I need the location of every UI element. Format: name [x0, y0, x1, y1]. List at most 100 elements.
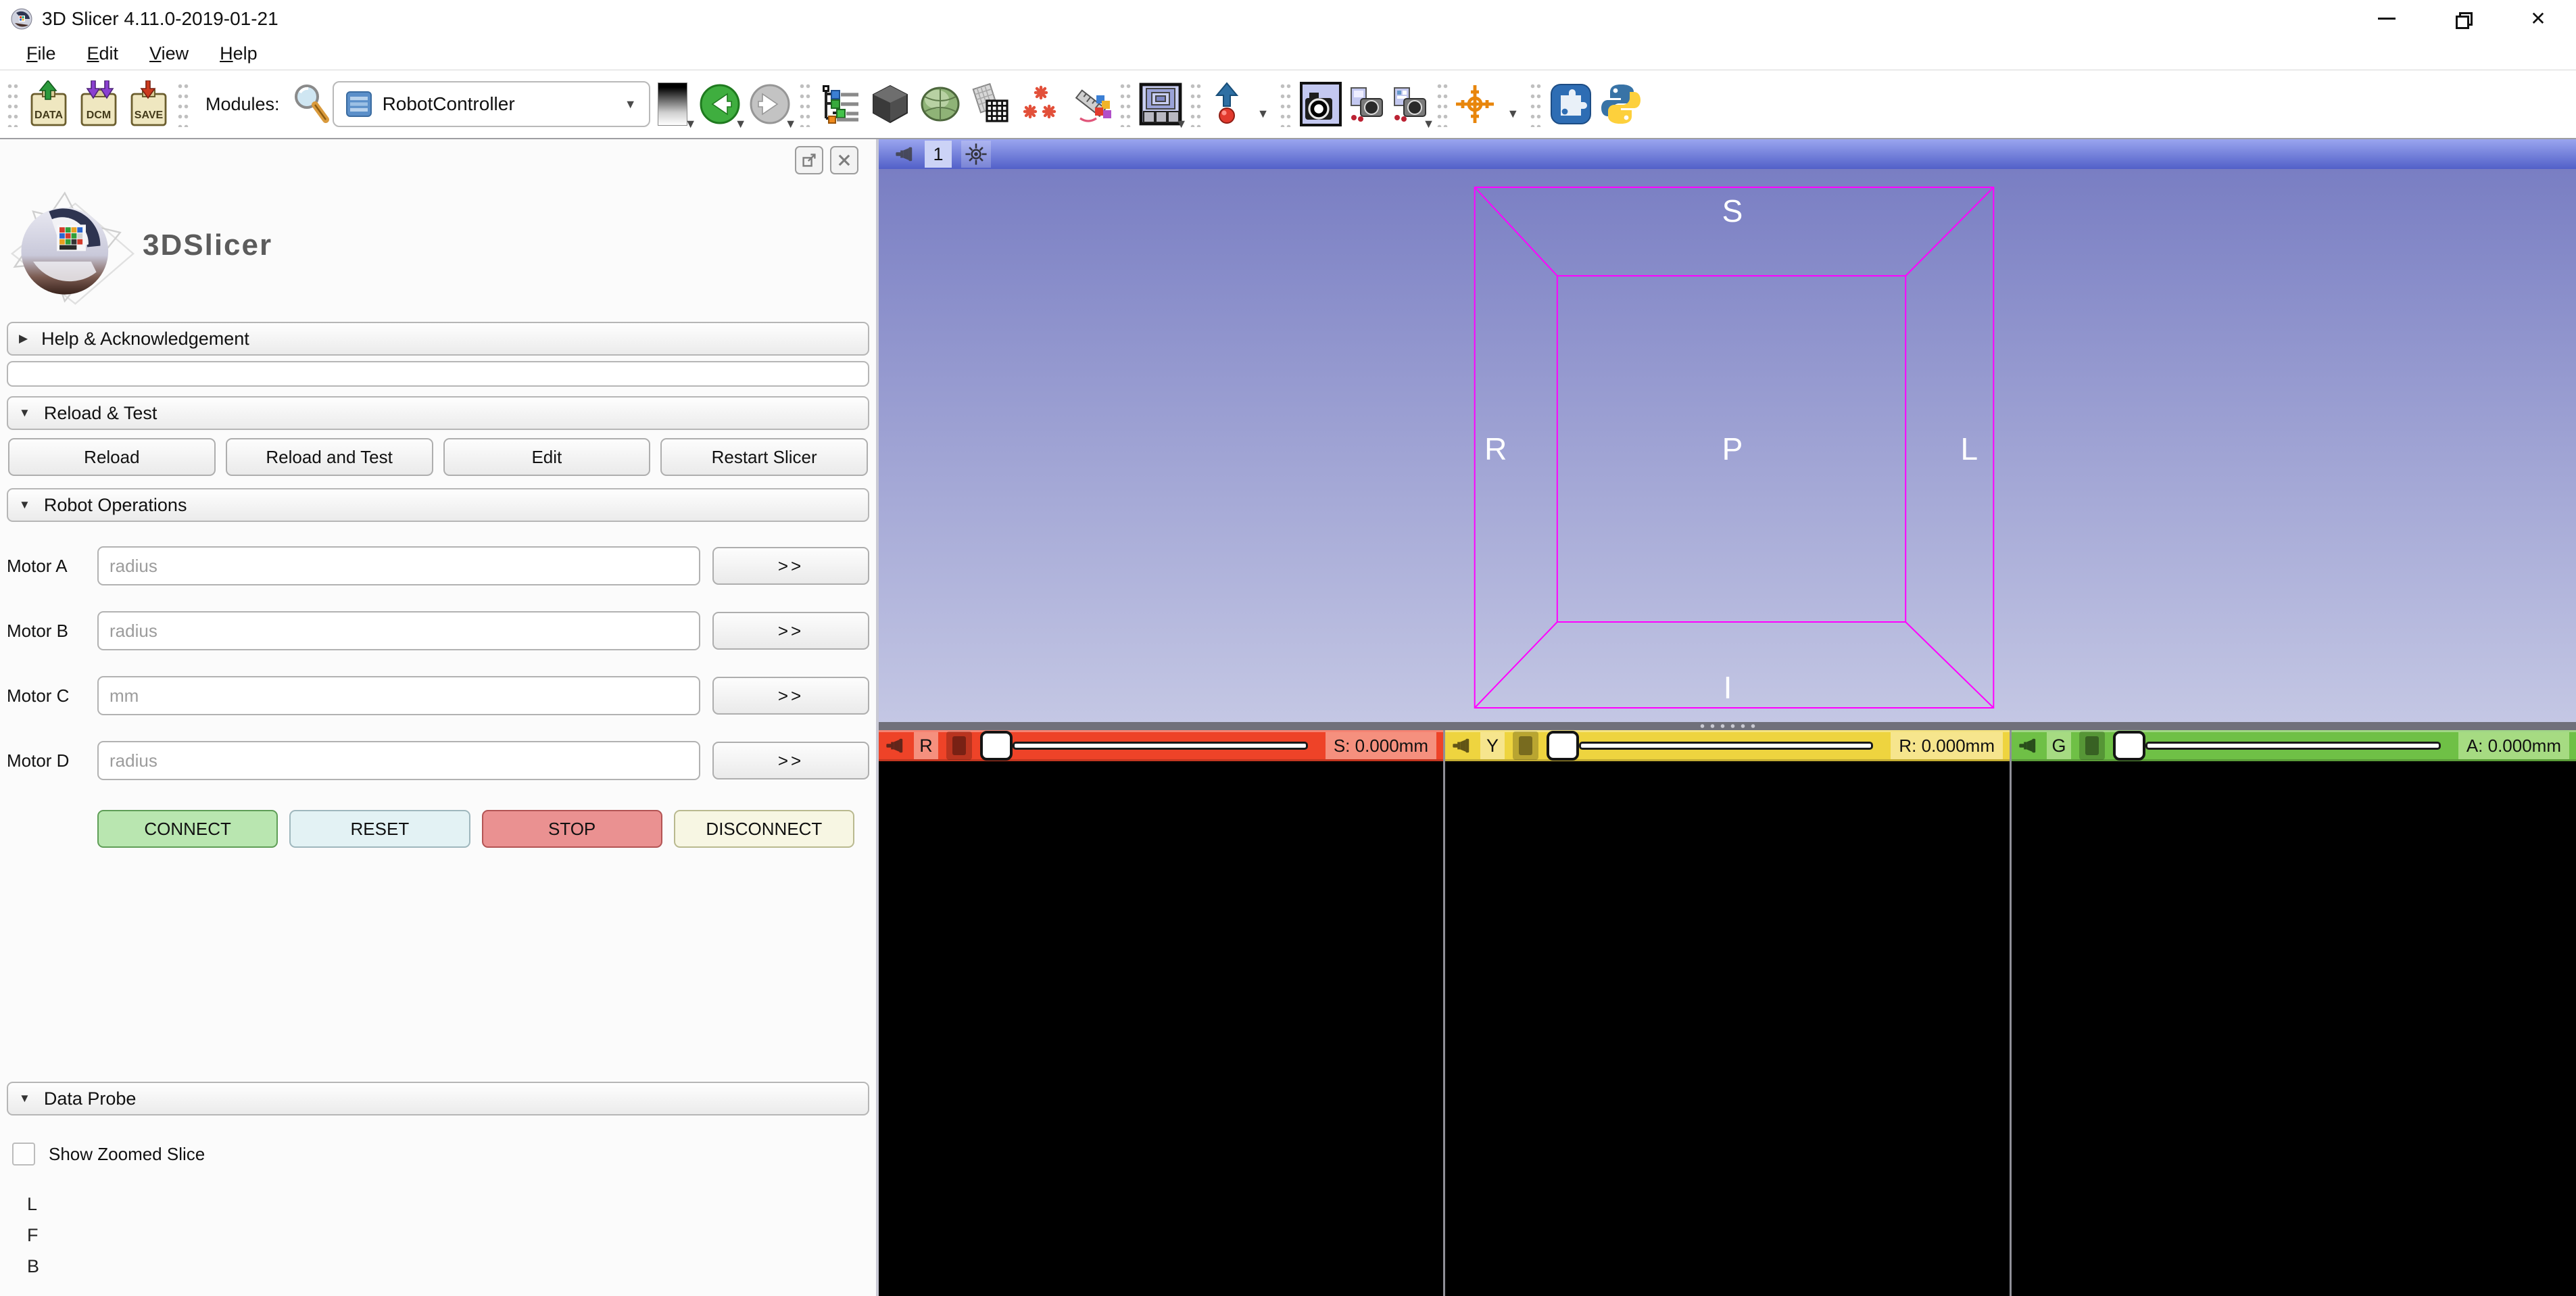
layout-selector-button[interactable]: ▼	[1138, 78, 1184, 130]
slider-handle[interactable]	[980, 731, 1013, 761]
stop-button[interactable]: STOP	[482, 810, 662, 848]
models-module-button[interactable]	[917, 78, 963, 130]
slider-handle[interactable]	[1547, 731, 1579, 761]
toolbar-drag-handle[interactable]	[799, 81, 811, 127]
green-slice-offset-slider[interactable]	[2113, 731, 2450, 761]
python-console-button[interactable]	[1598, 78, 1644, 130]
module-selector-combobox[interactable]: RobotController ▼	[333, 81, 650, 127]
toolbar-drag-handle[interactable]	[1119, 81, 1132, 127]
transforms-module-button[interactable]	[967, 78, 1013, 130]
orientation-cube: S R P L I	[879, 169, 2576, 722]
reset-button[interactable]: RESET	[289, 810, 470, 848]
dicom-button[interactable]: DCM	[75, 78, 121, 130]
view-options-icon	[965, 143, 988, 166]
probe-layer-f: F	[27, 1225, 869, 1256]
motor-d-send-button[interactable]: >>	[712, 742, 869, 779]
edit-button[interactable]: Edit	[443, 438, 651, 476]
module-history-button[interactable]: ▼	[652, 78, 693, 130]
load-data-button[interactable]: DATA	[25, 78, 71, 130]
toolbar-drag-handle[interactable]	[177, 81, 189, 127]
robot-operations-section[interactable]: ▼ Robot Operations	[7, 488, 869, 522]
motor-b-send-button[interactable]: >>	[712, 612, 869, 650]
slice-visibility-icon[interactable]	[1513, 731, 1538, 760]
green-slice-viewport[interactable]	[2012, 761, 2576, 1296]
pin-icon[interactable]	[1452, 736, 1472, 756]
save-button[interactable]: SAVE	[125, 78, 171, 130]
restart-slicer-button[interactable]: Restart Slicer	[660, 438, 868, 476]
motor-a-input[interactable]	[97, 546, 700, 585]
undock-icon	[801, 152, 817, 168]
data-module-button[interactable]	[817, 78, 863, 130]
red-slice-viewport[interactable]	[879, 761, 1443, 1296]
threed-view-tab[interactable]: 1	[925, 141, 952, 168]
reload-test-section[interactable]: ▼ Reload & Test	[7, 396, 869, 430]
restore-button[interactable]	[2425, 0, 2500, 37]
robot-section-title: Robot Operations	[44, 495, 187, 516]
close-button[interactable]: ✕	[2500, 0, 2576, 37]
minimize-button[interactable]	[2349, 0, 2425, 37]
menu-view[interactable]: View	[134, 43, 204, 64]
toolbar-drag-handle[interactable]	[1436, 81, 1449, 127]
show-zoomed-slice-checkbox[interactable]	[12, 1143, 35, 1166]
scene-view-save-button[interactable]	[1348, 78, 1387, 130]
crosshair-button[interactable]	[1455, 78, 1495, 130]
motor-b-input[interactable]	[97, 611, 700, 650]
reload-section-title: Reload & Test	[44, 403, 157, 424]
slider-handle[interactable]	[2113, 731, 2145, 761]
main-toolbar: DATA DCM SAVE Modules:	[0, 70, 2576, 139]
probe-layer-b: B	[27, 1256, 869, 1287]
extensions-manager-button[interactable]	[1548, 78, 1594, 130]
red-slice-offset-slider[interactable]	[980, 731, 1317, 761]
module-back-button[interactable]: ▼	[697, 78, 743, 130]
motor-a-send-button[interactable]: >>	[712, 547, 869, 585]
slice-visibility-icon[interactable]	[946, 731, 972, 760]
view-options-button[interactable]	[961, 141, 991, 168]
disconnect-button[interactable]: DISCONNECT	[674, 810, 854, 848]
view-splitter[interactable]	[879, 722, 2576, 730]
threed-view-header[interactable]: 1	[879, 139, 2576, 169]
toolbar-drag-handle[interactable]	[1530, 81, 1542, 127]
chevron-down-icon[interactable]: ▼	[1257, 107, 1269, 120]
screenshot-button[interactable]	[1298, 78, 1344, 130]
probe-layer-rows: L F B	[27, 1194, 869, 1287]
red-slice-menu-button[interactable]: R	[914, 732, 938, 759]
annotations-module-button[interactable]	[1067, 78, 1113, 130]
red-slice-view: R S: 0.000mm	[879, 730, 1443, 1296]
threed-viewport[interactable]: S R P L I	[879, 169, 2576, 722]
toolbar-drag-handle[interactable]	[1190, 81, 1202, 127]
markups-module-button[interactable]	[1017, 78, 1063, 130]
volumes-module-button[interactable]	[867, 78, 913, 130]
connect-button[interactable]: CONNECT	[97, 810, 278, 848]
yellow-slice-offset-slider[interactable]	[1547, 731, 1882, 761]
module-search-button[interactable]	[291, 78, 331, 130]
motor-c-send-button[interactable]: >>	[712, 677, 869, 715]
toolbar-drag-handle[interactable]	[1280, 81, 1292, 127]
help-acknowledgement-section[interactable]: ▶ Help & Acknowledgement	[7, 322, 869, 356]
pin-icon[interactable]	[895, 144, 915, 164]
scene-view-restore-button[interactable]: ▼	[1391, 78, 1430, 130]
motor-d-input[interactable]	[97, 741, 700, 780]
module-forward-button[interactable]: ▼	[747, 78, 793, 130]
chevron-down-icon[interactable]: ▼	[1507, 107, 1519, 120]
reload-button[interactable]: Reload	[8, 438, 216, 476]
green-slice-menu-button[interactable]: G	[2047, 732, 2071, 759]
menu-file[interactable]: File	[11, 43, 72, 64]
reload-and-test-button[interactable]: Reload and Test	[226, 438, 433, 476]
slider-track[interactable]	[2145, 742, 2441, 750]
mouse-mode-button[interactable]	[1208, 78, 1246, 130]
data-probe-section[interactable]: ▼ Data Probe	[7, 1082, 869, 1115]
motor-c-input[interactable]	[97, 676, 700, 715]
slider-track[interactable]	[1013, 742, 1308, 750]
toolbar-drag-handle[interactable]	[7, 81, 19, 127]
yellow-slice-menu-button[interactable]: Y	[1480, 732, 1505, 759]
hide-panel-button[interactable]	[830, 146, 858, 174]
slice-visibility-icon[interactable]	[2079, 731, 2105, 760]
menu-edit[interactable]: Edit	[72, 43, 135, 64]
slider-track[interactable]	[1579, 742, 1873, 750]
menu-help[interactable]: Help	[204, 43, 273, 64]
green-slice-header: G A: 0.000mm	[2012, 730, 2576, 761]
pin-icon[interactable]	[2018, 736, 2039, 756]
yellow-slice-viewport[interactable]	[1445, 761, 2010, 1296]
pin-icon[interactable]	[885, 736, 906, 756]
undock-panel-button[interactable]	[795, 146, 823, 174]
